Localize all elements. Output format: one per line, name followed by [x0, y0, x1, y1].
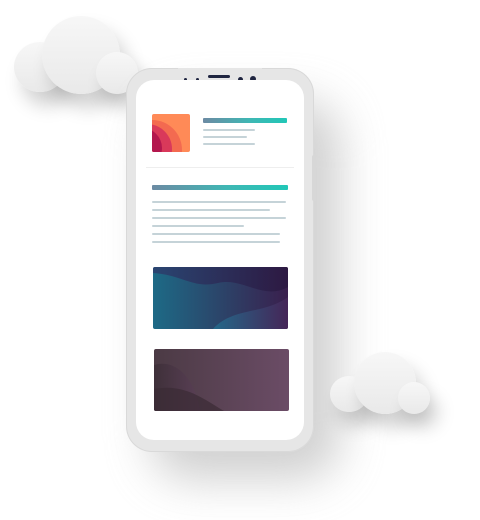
text-line: [152, 225, 244, 227]
image-card-bottom: [154, 349, 289, 411]
text-line: [152, 217, 286, 219]
image-card-top: [153, 267, 288, 329]
thumbnail-image: [152, 114, 190, 152]
heading-bar: [152, 185, 288, 190]
text-line: [203, 143, 255, 145]
wave-image: [154, 349, 289, 411]
speaker-icon: [208, 75, 230, 78]
title-bar: [203, 118, 287, 123]
text-line: [152, 201, 286, 203]
text-line: [152, 241, 280, 243]
phone-screen: [136, 80, 304, 440]
divider: [146, 167, 294, 168]
wave-image: [153, 267, 288, 329]
text-line: [203, 129, 255, 131]
text-line: [203, 136, 247, 138]
cloud-puff: [398, 382, 430, 414]
text-line: [152, 233, 280, 235]
phone-side-button: [312, 155, 316, 201]
phone-icon: [126, 68, 314, 452]
text-line: [152, 209, 270, 211]
